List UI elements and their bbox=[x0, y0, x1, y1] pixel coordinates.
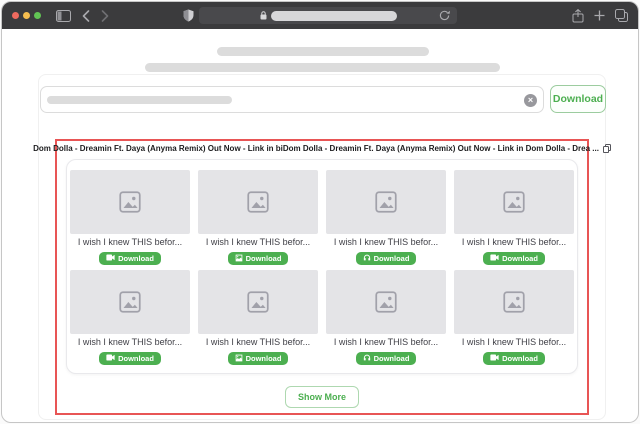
thumbnail-placeholder bbox=[454, 170, 574, 234]
image-placeholder-icon bbox=[117, 289, 143, 315]
card-download-label: Download bbox=[246, 254, 282, 263]
result-caption: I wish I knew THIS befor... bbox=[78, 337, 182, 348]
result-card: I wish I knew THIS befor... Download bbox=[454, 170, 574, 265]
copy-title-button[interactable] bbox=[603, 144, 611, 153]
image-placeholder-icon bbox=[245, 289, 271, 315]
plus-icon bbox=[594, 10, 605, 21]
video-camera-icon bbox=[106, 254, 115, 263]
card-download-button[interactable]: Download bbox=[356, 252, 417, 265]
shield-icon bbox=[183, 9, 194, 22]
thumbnail-placeholder bbox=[70, 270, 190, 334]
refresh-button[interactable] bbox=[439, 10, 450, 21]
address-bar[interactable] bbox=[199, 7, 457, 24]
back-button[interactable] bbox=[82, 10, 90, 22]
image-icon bbox=[235, 354, 243, 364]
browser-toolbar bbox=[2, 2, 638, 29]
card-download-label: Download bbox=[374, 354, 410, 363]
traffic-light-zoom[interactable] bbox=[34, 12, 41, 19]
share-button[interactable] bbox=[572, 9, 584, 23]
results-highlight-box: Dom Dolla - Dreamin Ft. Daya (Anyma Remi… bbox=[55, 139, 589, 415]
thumbnail-placeholder bbox=[198, 170, 318, 234]
card-download-label: Download bbox=[502, 254, 538, 263]
result-caption: I wish I knew THIS befor... bbox=[334, 237, 438, 248]
image-placeholder-icon bbox=[373, 289, 399, 315]
video-title-row: Dom Dolla - Dreamin Ft. Daya (Anyma Remi… bbox=[33, 144, 611, 153]
thumbnail-placeholder bbox=[326, 270, 446, 334]
video-camera-icon bbox=[106, 354, 115, 363]
image-placeholder-icon bbox=[501, 189, 527, 215]
image-placeholder-icon bbox=[245, 189, 271, 215]
refresh-icon bbox=[439, 10, 450, 21]
tab-overview-button[interactable] bbox=[615, 9, 628, 22]
copy-icon bbox=[603, 144, 611, 153]
sidebar-toggle-button[interactable] bbox=[56, 10, 71, 22]
result-card: I wish I knew THIS befor... Download bbox=[326, 270, 446, 365]
card-download-button[interactable]: Download bbox=[228, 352, 289, 365]
thumbnail-placeholder bbox=[454, 270, 574, 334]
result-caption: I wish I knew THIS befor... bbox=[206, 337, 310, 348]
result-caption: I wish I knew THIS befor... bbox=[78, 237, 182, 248]
result-card: I wish I knew THIS befor... Download bbox=[198, 270, 318, 365]
card-download-button[interactable]: Download bbox=[99, 352, 161, 365]
image-icon bbox=[235, 254, 243, 264]
image-placeholder-icon bbox=[373, 189, 399, 215]
traffic-lights bbox=[12, 12, 41, 19]
thumbnail-placeholder bbox=[70, 170, 190, 234]
results-card: I wish I knew THIS befor... Download I w… bbox=[66, 159, 578, 374]
share-icon bbox=[572, 9, 584, 23]
traffic-light-close[interactable] bbox=[12, 12, 19, 19]
result-card: I wish I knew THIS befor... Download bbox=[326, 170, 446, 265]
card-download-label: Download bbox=[502, 354, 538, 363]
image-placeholder-icon bbox=[501, 289, 527, 315]
result-card: I wish I knew THIS befor... Download bbox=[70, 170, 190, 265]
result-caption: I wish I knew THIS befor... bbox=[462, 237, 566, 248]
search-text-redacted bbox=[47, 96, 232, 104]
card-download-label: Download bbox=[374, 254, 410, 263]
toolbar-right-icons bbox=[572, 2, 628, 29]
card-download-label: Download bbox=[246, 354, 282, 363]
clear-search-button[interactable]: × bbox=[524, 94, 537, 107]
result-card: I wish I knew THIS befor... Download bbox=[454, 270, 574, 365]
tabs-icon bbox=[615, 9, 628, 22]
url-text-redacted bbox=[271, 11, 397, 21]
address-bar-group bbox=[183, 2, 457, 29]
forward-button[interactable] bbox=[101, 10, 109, 22]
card-download-label: Download bbox=[118, 354, 154, 363]
image-placeholder-icon bbox=[117, 189, 143, 215]
download-button[interactable]: Download bbox=[550, 85, 606, 113]
chevron-right-icon bbox=[101, 10, 109, 22]
result-card: I wish I knew THIS befor... Download bbox=[70, 270, 190, 365]
chevron-left-icon bbox=[82, 10, 90, 22]
card-download-label: Download bbox=[118, 254, 154, 263]
search-input[interactable]: × bbox=[40, 86, 544, 113]
thumbnail-placeholder bbox=[326, 170, 446, 234]
headphones-icon bbox=[363, 254, 371, 264]
card-download-button[interactable]: Download bbox=[483, 252, 545, 265]
privacy-shield-button[interactable] bbox=[183, 9, 194, 22]
lock-icon bbox=[260, 11, 267, 20]
new-tab-button[interactable] bbox=[594, 10, 605, 21]
result-caption: I wish I knew THIS befor... bbox=[206, 237, 310, 248]
result-card: I wish I knew THIS befor... Download bbox=[198, 170, 318, 265]
sidebar-icon bbox=[56, 10, 71, 22]
show-more-button[interactable]: Show More bbox=[285, 386, 359, 408]
headphones-icon bbox=[363, 354, 371, 364]
thumbnail-placeholder bbox=[198, 270, 318, 334]
card-download-button[interactable]: Download bbox=[483, 352, 545, 365]
skeleton-heading-line bbox=[217, 47, 429, 56]
video-title: Dom Dolla - Dreamin Ft. Daya (Anyma Remi… bbox=[33, 144, 599, 153]
card-download-button[interactable]: Download bbox=[99, 252, 161, 265]
card-download-button[interactable]: Download bbox=[228, 252, 289, 265]
video-camera-icon bbox=[490, 354, 499, 363]
skeleton-subheading-line bbox=[145, 63, 500, 72]
video-camera-icon bbox=[490, 254, 499, 263]
traffic-light-minimize[interactable] bbox=[23, 12, 30, 19]
result-caption: I wish I knew THIS befor... bbox=[462, 337, 566, 348]
result-caption: I wish I knew THIS befor... bbox=[334, 337, 438, 348]
browser-window: × Download Dom Dolla - Dreamin Ft. Daya … bbox=[1, 1, 639, 423]
card-download-button[interactable]: Download bbox=[356, 352, 417, 365]
